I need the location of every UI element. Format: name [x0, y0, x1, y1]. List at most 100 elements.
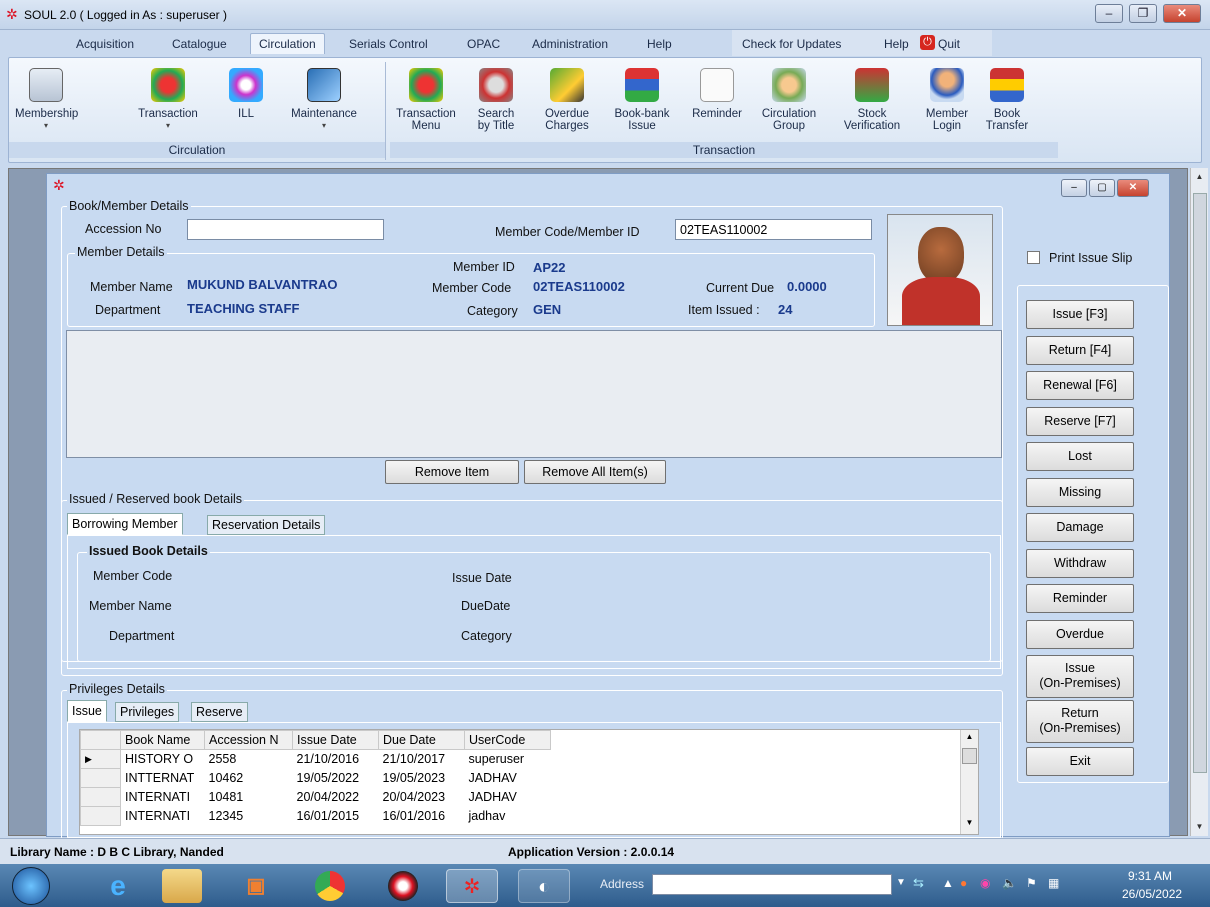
clock-time[interactable]: 9:31 AM — [1128, 869, 1172, 883]
menu-administration[interactable]: Administration — [532, 37, 608, 51]
return-on-premises-button[interactable]: Return (On-Premises) — [1026, 700, 1134, 743]
check-updates-button[interactable]: Check for Updates — [742, 37, 841, 51]
missing-button[interactable]: Missing — [1026, 478, 1134, 507]
remove-item-button[interactable]: Remove Item — [385, 460, 519, 484]
app-red-icon[interactable] — [388, 871, 418, 901]
col-issue-date[interactable]: Issue Date — [292, 730, 379, 750]
member-login-button[interactable]: Member Login — [924, 68, 970, 132]
chrome-icon[interactable] — [315, 871, 345, 901]
child-close-button[interactable]: ✕ — [1117, 179, 1149, 197]
accession-no-input[interactable] — [187, 219, 384, 240]
chevron-down-icon[interactable]: ▼ — [896, 877, 906, 888]
menu-opac[interactable]: OPAC — [467, 37, 500, 51]
restore-button[interactable]: ❐ — [1129, 4, 1157, 23]
menu-catalogue[interactable]: Catalogue — [172, 37, 227, 51]
circulation-group-button[interactable]: Circulation Group — [754, 68, 824, 132]
child-title-bar: ✲ – ▢ ✕ — [47, 174, 1169, 197]
media-player-icon[interactable]: ▣ — [230, 869, 282, 903]
grid-scroll-thumb[interactable] — [962, 748, 977, 764]
menu-acquisition[interactable]: Acquisition — [76, 37, 134, 51]
damage-button[interactable]: Damage — [1026, 513, 1134, 542]
circulation-group-btn-label: Circulation — [761, 108, 817, 120]
col-due-date[interactable]: Due Date — [378, 730, 465, 750]
cell: INTTERNAT — [125, 771, 195, 785]
address-input[interactable] — [652, 874, 892, 895]
return-button[interactable]: Return [F4] — [1026, 336, 1134, 365]
book-transfer-button[interactable]: Book Transfer — [980, 68, 1034, 132]
transaction-ribbon-button[interactable]: Transaction ▾ — [129, 68, 207, 132]
windows-start-icon[interactable] — [12, 867, 50, 905]
overdue-charges-button[interactable]: Overdue Charges — [538, 68, 596, 132]
transaction-menu-button[interactable]: Transaction Menu — [394, 68, 458, 132]
workspace-scrollbar[interactable]: ▲ ▼ — [1190, 168, 1208, 836]
membership-button[interactable]: Membership ▾ — [15, 68, 78, 132]
show-hidden-icons[interactable]: ▲ — [942, 876, 954, 890]
help-button[interactable]: Help — [884, 37, 909, 51]
tab-reserve[interactable]: Reserve — [191, 702, 248, 722]
stock-verification-button[interactable]: Stock Verification — [836, 68, 908, 132]
menu-bar: Acquisition Catalogue Circulation Serial… — [0, 30, 1210, 56]
overdue-button[interactable]: Overdue — [1026, 620, 1134, 649]
network-icon[interactable]: ▦ — [1048, 876, 1059, 890]
col-user-code[interactable]: UserCode — [464, 730, 551, 750]
child-maximize-button[interactable]: ▢ — [1089, 179, 1115, 197]
go-arrow-icon[interactable]: ⇆ — [913, 875, 924, 891]
tab-reservation-details[interactable]: Reservation Details — [207, 515, 326, 535]
renewal-button[interactable]: Renewal [F6] — [1026, 371, 1134, 400]
issue-items-list[interactable] — [66, 330, 1002, 458]
tab-issue[interactable]: Issue — [67, 700, 107, 722]
menu-serials-control[interactable]: Serials Control — [349, 37, 428, 51]
soul-taskbar-icon[interactable]: ✲ — [446, 869, 498, 903]
paint-icon[interactable]: ◐ — [518, 869, 570, 903]
scroll-up-icon[interactable]: ▲ — [1191, 168, 1208, 185]
withdraw-button[interactable]: Withdraw — [1026, 549, 1134, 578]
issue-date-label: Issue Date — [452, 571, 512, 585]
col-book-name[interactable]: Book Name — [120, 730, 205, 750]
overdue-charges-label-2: Charges — [545, 120, 589, 132]
quit-button[interactable]: Quit — [938, 37, 960, 51]
table-row[interactable]: INTERNATI 12345 16/01/2015 16/01/2016 ja… — [80, 806, 551, 826]
table-row[interactable]: ▶ HISTORY O 2558 21/10/2016 21/10/2017 s… — [80, 749, 551, 769]
clock-date[interactable]: 26/05/2022 — [1122, 887, 1182, 901]
member-code-input[interactable] — [675, 219, 872, 240]
menu-help[interactable]: Help — [647, 37, 672, 51]
minimize-button[interactable]: – — [1095, 4, 1123, 23]
exit-button[interactable]: Exit — [1026, 747, 1134, 776]
tab-borrowing-member[interactable]: Borrowing Member — [67, 513, 183, 535]
table-row[interactable]: INTTERNAT 10462 19/05/2022 19/05/2023 JA… — [80, 768, 551, 788]
volume-muted-icon[interactable]: 🔈 — [1002, 876, 1017, 890]
reminder-button[interactable]: Reminder — [1026, 584, 1134, 613]
flag-icon[interactable]: ⚑ — [1026, 876, 1037, 890]
scroll-down-icon[interactable]: ▼ — [962, 818, 977, 827]
tray-app-icon[interactable]: ● — [960, 876, 967, 890]
ill-button[interactable]: ILL — [223, 68, 269, 120]
tray-chat-icon[interactable]: ◉ — [980, 876, 990, 890]
scroll-down-icon[interactable]: ▼ — [1191, 818, 1208, 835]
col-accession-no[interactable]: Accession N — [204, 730, 293, 750]
issue-on-premises-button[interactable]: Issue (On-Premises) — [1026, 655, 1134, 698]
chevron-down-icon: ▾ — [165, 121, 170, 130]
search-by-title-button[interactable]: Search by Title — [468, 68, 524, 132]
issue-button[interactable]: Issue [F3] — [1026, 300, 1134, 329]
ill-icon — [229, 68, 263, 102]
menu-circulation[interactable]: Circulation — [250, 33, 325, 54]
book-bank-issue-button[interactable]: Book-bank Issue — [610, 68, 674, 132]
circulation-group: Membership ▾ Transaction ▾ ILL Maintenan… — [9, 62, 386, 160]
reserve-button[interactable]: Reserve [F7] — [1026, 407, 1134, 436]
reminder-ribbon-button[interactable]: Reminder — [688, 68, 746, 120]
tab-privileges[interactable]: Privileges — [115, 702, 180, 722]
books-icon — [625, 68, 659, 102]
table-row[interactable]: INTERNATI 10481 20/04/2022 20/04/2023 JA… — [80, 787, 551, 807]
internet-explorer-icon[interactable]: e — [92, 869, 144, 903]
scroll-up-icon[interactable]: ▲ — [962, 732, 977, 741]
close-button[interactable]: ✕ — [1163, 4, 1201, 23]
scroll-thumb[interactable] — [1193, 193, 1207, 773]
maintenance-button[interactable]: Maintenance ▾ — [281, 68, 367, 132]
print-issue-slip-checkbox[interactable] — [1027, 251, 1040, 264]
child-minimize-button[interactable]: – — [1061, 179, 1087, 197]
file-explorer-icon[interactable] — [162, 869, 202, 903]
lost-button[interactable]: Lost — [1026, 442, 1134, 471]
privileges-grid[interactable]: Book Name Accession N Issue Date Due Dat… — [79, 729, 979, 835]
grid-scrollbar[interactable]: ▲ ▼ — [960, 730, 978, 834]
remove-all-items-button[interactable]: Remove All Item(s) — [524, 460, 666, 484]
